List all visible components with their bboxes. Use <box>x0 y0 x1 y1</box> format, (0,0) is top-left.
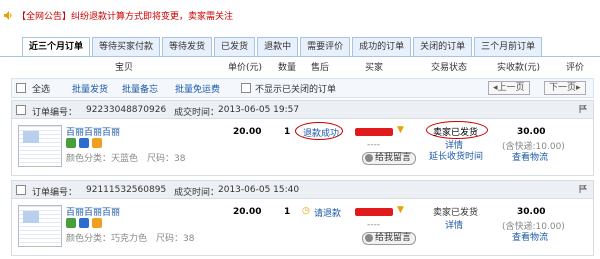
prev-page-button[interactable]: ◂上一页 <box>488 81 530 95</box>
hide-closed-checkbox[interactable] <box>241 83 251 93</box>
col-review: 评价 <box>566 63 585 73</box>
order-card: 订单编号： 92111532560895 成交时间： 2013-06-05 15… <box>11 180 594 256</box>
tab-needs-review[interactable]: 需要评价 <box>300 37 351 56</box>
tab-awaiting-shipment[interactable]: 等待发货 <box>162 37 213 56</box>
chat-icon <box>365 234 373 242</box>
order-body: 百丽百丽百丽 颜色分类：天蓝色 尺码：38 20.00 1 退款成功 ▼ ---… <box>12 119 593 175</box>
col-amount: 实收款(元) <box>497 63 541 73</box>
vip-icon: ▼ <box>397 125 404 135</box>
column-header: 宝贝 单价(元) 数量 售后 买家 交易状态 实收款(元) 评价 <box>11 60 594 74</box>
order-id-label: 订单编号： <box>32 188 78 198</box>
order-card: 订单编号： 92233048870926 成交时间： 2013-06-05 19… <box>11 100 594 176</box>
unit-price: 20.00 <box>233 207 262 217</box>
col-qty: 数量 <box>278 63 297 73</box>
prev-page-label: 上一页 <box>497 83 525 93</box>
order-time: 2013-06-05 15:40 <box>218 185 300 195</box>
redacted-buyer <box>355 128 393 136</box>
service-badges <box>66 138 102 148</box>
product-spec: 颜色分类：天蓝色 尺码：38 <box>66 154 186 164</box>
tab-older-than-three-months[interactable]: 三个月前订单 <box>474 37 543 56</box>
order-tabs: 近三个月订单 等待买家付款 等待发货 已发货 退款中 需要评价 成功的订单 关闭… <box>22 37 544 57</box>
bulk-toolbar: 全选 批量发货 批量备忘 批量免运费 不显示已关闭的订单 ◂上一页 下一页▸ <box>11 78 594 98</box>
trade-status: 卖家已发货 <box>433 208 479 218</box>
product-thumbnail[interactable] <box>18 125 62 167</box>
col-buyer: 买家 <box>365 63 384 73</box>
col-item: 宝贝 <box>115 63 134 73</box>
shield-icon <box>66 218 76 228</box>
clock-icon: ◷ <box>302 206 310 216</box>
col-price: 单价(元) <box>228 63 263 73</box>
logistics-link[interactable]: 查看物流 <box>512 230 548 243</box>
tab-divider <box>0 56 600 57</box>
tab-closed[interactable]: 关闭的订单 <box>413 37 473 56</box>
quantity: 1 <box>284 207 291 217</box>
buyer-dash: ---- <box>367 140 380 150</box>
order-header: 订单编号： 92111532560895 成交时间： 2013-06-05 15… <box>12 181 593 199</box>
flag-icon[interactable] <box>579 105 587 113</box>
product-thumbnail[interactable] <box>18 205 62 247</box>
chat-icon <box>365 154 373 162</box>
bulk-note-button[interactable]: 批量备忘 <box>122 82 158 95</box>
product-title[interactable]: 百丽百丽百丽 <box>66 125 120 138</box>
announcement[interactable]: 【全网公告】纠纷退款计算方式即将变更，卖家需关注 <box>4 8 233 22</box>
col-after-sale: 售后 <box>311 63 330 73</box>
col-status: 交易状态 <box>431 63 468 73</box>
trade-status: 卖家已发货 <box>433 128 479 138</box>
logistics-link[interactable]: 查看物流 <box>512 150 548 163</box>
order-checkbox[interactable] <box>16 105 26 115</box>
next-page-button[interactable]: 下一页▸ <box>544 81 586 95</box>
amount: 30.00 <box>517 207 546 217</box>
order-time-label: 成交时间： <box>174 188 220 198</box>
extend-receipt-link[interactable]: 延长收货时间 <box>429 149 483 162</box>
order-id-label: 订单编号： <box>32 108 78 118</box>
message-label: 给我留言 <box>375 233 412 243</box>
select-all-label: 全选 <box>32 85 51 95</box>
flag-icon[interactable] <box>579 185 587 193</box>
service-badges <box>66 218 102 228</box>
order-header: 订单编号： 92233048870926 成交时间： 2013-06-05 19… <box>12 101 593 119</box>
refund-request-link[interactable]: 请退款 <box>314 206 341 219</box>
order-time-label: 成交时间： <box>174 108 220 118</box>
tab-refunding[interactable]: 退款中 <box>257 37 299 56</box>
redacted-buyer <box>355 208 393 216</box>
after-sale-status[interactable]: 退款成功 <box>303 126 339 139</box>
order-id: 92111532560895 <box>86 185 167 195</box>
tab-shipped[interactable]: 已发货 <box>214 37 256 56</box>
hide-closed-label: 不显示已关闭的订单 <box>255 85 337 95</box>
medal-icon <box>92 138 102 148</box>
unit-price: 20.00 <box>233 127 262 137</box>
guarantee-icon <box>79 218 89 228</box>
detail-link[interactable]: 详情 <box>445 218 463 231</box>
bulk-ship-button[interactable]: 批量发货 <box>72 82 108 95</box>
medal-icon <box>92 218 102 228</box>
quantity: 1 <box>284 127 291 137</box>
message-button[interactable]: 给我留言 <box>362 152 417 165</box>
shield-icon <box>66 138 76 148</box>
message-button[interactable]: 给我留言 <box>362 232 417 245</box>
amount: 30.00 <box>517 127 546 137</box>
vip-icon: ▼ <box>397 205 404 215</box>
speaker-icon <box>4 10 13 20</box>
order-body: 百丽百丽百丽 颜色分类：巧克力色 尺码：38 20.00 1 ◷ 请退款 ▼ -… <box>12 199 593 255</box>
product-title[interactable]: 百丽百丽百丽 <box>66 205 120 218</box>
bulk-free-shipping-button[interactable]: 批量免运费 <box>175 82 220 95</box>
tab-awaiting-payment[interactable]: 等待买家付款 <box>92 37 161 56</box>
order-id: 92233048870926 <box>86 105 167 115</box>
order-checkbox[interactable] <box>16 185 26 195</box>
select-all-checkbox[interactable] <box>16 83 26 93</box>
buyer-dash: ---- <box>367 220 380 230</box>
tab-successful[interactable]: 成功的订单 <box>352 37 412 56</box>
order-time: 2013-06-05 19:57 <box>218 105 300 115</box>
chevron-right-icon: ▸ <box>576 83 581 93</box>
announcement-text: 【全网公告】纠纷退款计算方式即将变更，卖家需关注 <box>17 11 234 22</box>
message-label: 给我留言 <box>375 153 412 163</box>
tab-recent-three-months[interactable]: 近三个月订单 <box>22 37 91 57</box>
next-page-label: 下一页 <box>549 83 577 93</box>
guarantee-icon <box>79 138 89 148</box>
product-spec: 颜色分类：巧克力色 尺码：38 <box>66 234 195 244</box>
